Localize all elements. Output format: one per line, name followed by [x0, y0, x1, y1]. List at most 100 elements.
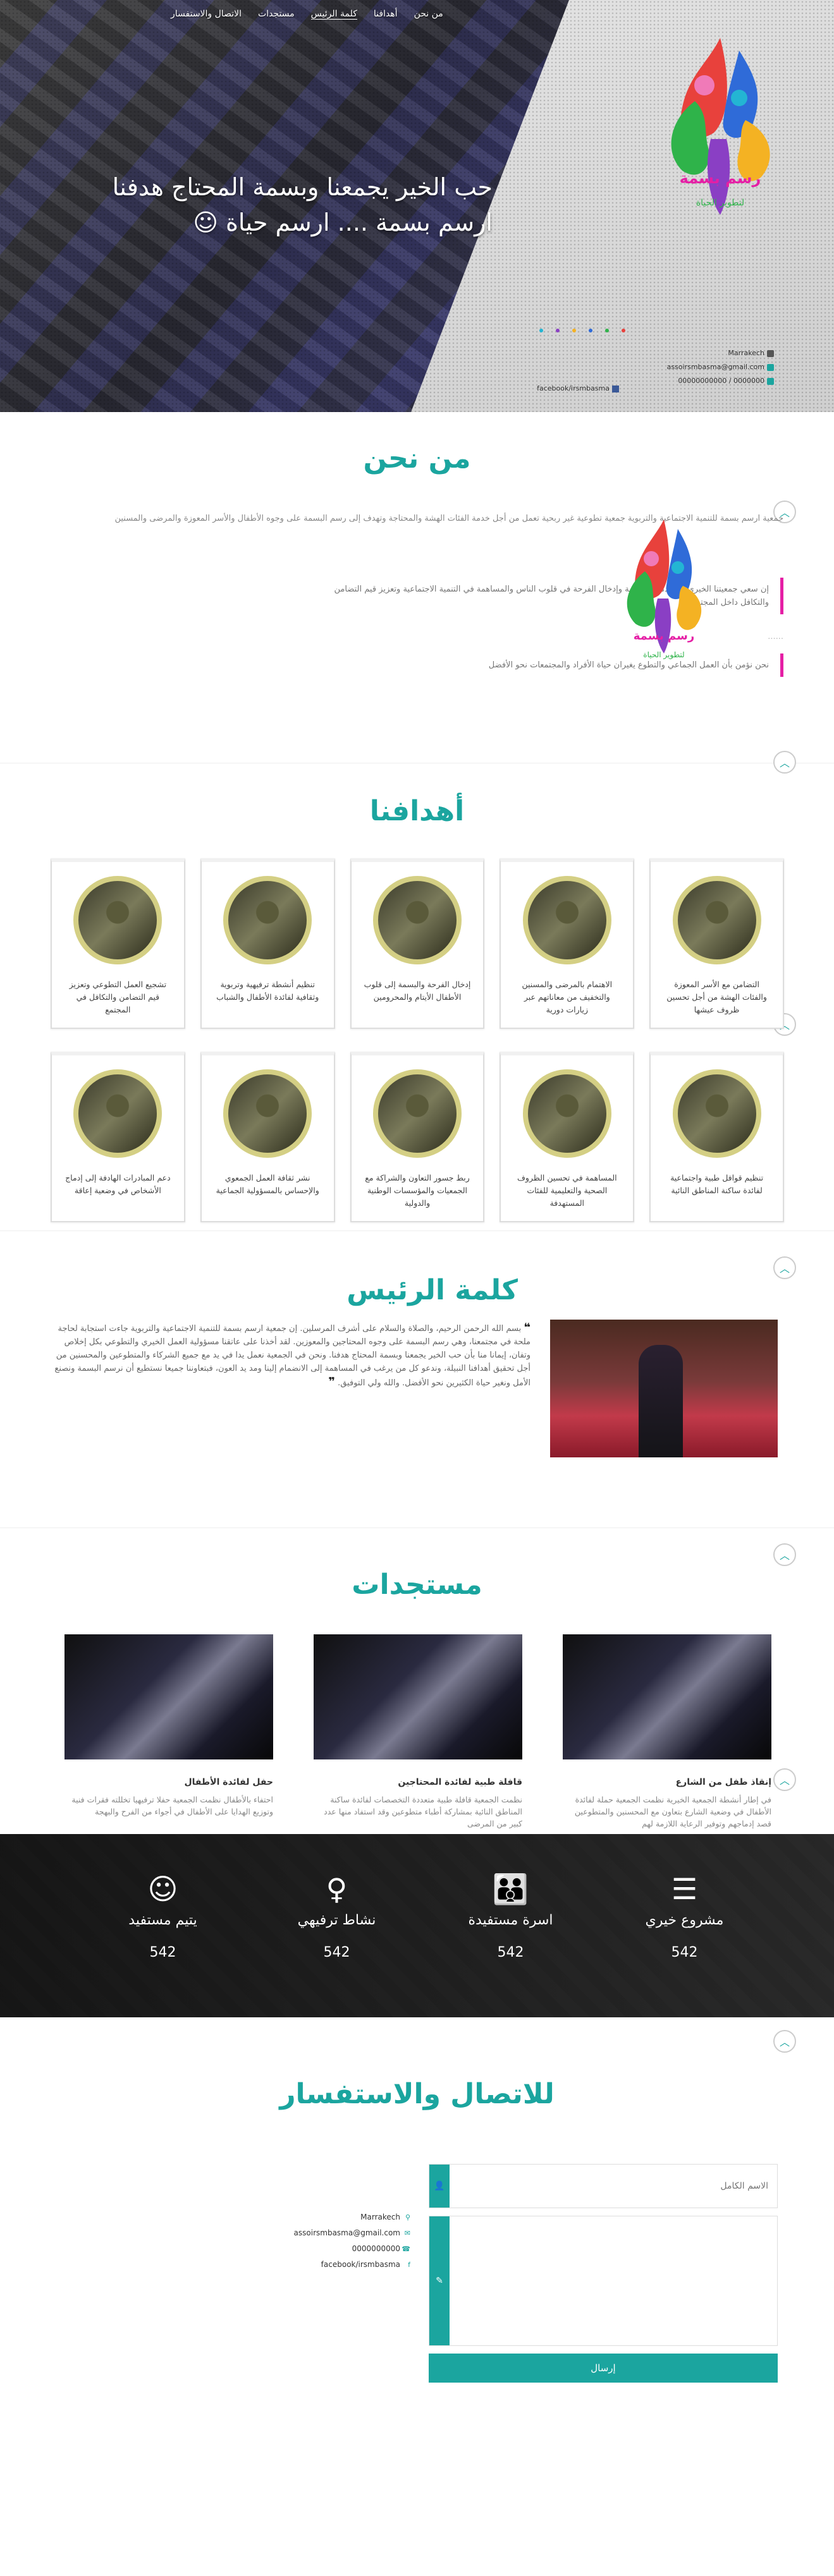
message-field: ✎ — [429, 2216, 778, 2346]
contact-facebook[interactable]: ffacebook/irsmbasma — [221, 2257, 410, 2273]
mail-icon — [767, 363, 774, 371]
president-photo — [550, 1320, 778, 1457]
goal-card: التضامن مع الأسر المعوزة والفئات الهشة م… — [649, 858, 784, 1029]
scroll-up-button[interactable]: ︿ — [773, 751, 796, 774]
stat-value: 542 — [323, 1945, 350, 1960]
goal-card: المساهمة في تحسين الظروف الصحية والتعليم… — [500, 1052, 635, 1222]
contact-section: ︿ للاتصال والاستفسار ⚲Marrakech ✉assoirs… — [0, 2017, 834, 2383]
goal-card: تنظيم قوافل طبية واجتماعية لفائدة ساكنة … — [649, 1052, 784, 1222]
news-section: ︿ ︿ مستجدات إنقاذ طفل من الشارع في إطار … — [0, 1528, 834, 1834]
news-card-body: نظمت الجمعية قافلة طبية متعددة التخصصات … — [324, 1795, 522, 1828]
chevron-up-icon: ︿ — [780, 2036, 790, 2048]
news-card[interactable]: حفل لفائدة الأطفال احتفاء بالأطفال نظمت … — [63, 1634, 273, 1830]
goals-section: ︿ ︿ أهدافنا التضامن مع الأسر المعوزة وال… — [0, 751, 834, 1230]
scroll-up-button[interactable]: ︿ — [773, 1256, 796, 1279]
goal-text: نشر ثقافة العمل الجمعوي والإحساس بالمسؤو… — [216, 1173, 319, 1195]
stat-label: نشاط ترفيهي — [297, 1912, 376, 1928]
nav-item-contact[interactable]: الاتصال والاستفسار — [171, 9, 242, 20]
goal-image — [522, 1069, 611, 1158]
goal-card: ربط جسور التعاون والشراكة مع الجمعيات وا… — [350, 1052, 485, 1222]
stat-label: اسرة مستفيدة — [468, 1912, 553, 1928]
news-card-body: في إطار أنشطة الجمعية الخيرية نظمت الجمع… — [574, 1795, 771, 1828]
chevron-up-icon: ︿ — [780, 1263, 790, 1275]
pencil-icon: ✎ — [429, 2216, 450, 2345]
location-icon — [767, 349, 774, 357]
user-icon: 👤 — [429, 2165, 450, 2208]
news-card-title[interactable]: إنقاذ طفل من الشارع — [561, 1777, 771, 1787]
phone-icon — [767, 377, 774, 385]
news-title: مستجدات — [352, 1569, 482, 1601]
message-input[interactable] — [450, 2216, 777, 2345]
contact-form: 👤 ✎ إرسال — [429, 2164, 778, 2383]
hero-contact-block: Marrakech assoirsmbasma@gmail.com 000000… — [622, 346, 774, 388]
about-logo: رسم بسمة لتطوير الحياة — [627, 519, 702, 660]
hero-phone[interactable]: 0000000 / 00000000000 — [622, 374, 774, 388]
nav-item-news[interactable]: مستجدات — [258, 9, 295, 20]
scroll-up-button[interactable]: ︿ — [773, 1543, 796, 1566]
news-card[interactable]: إنقاذ طفل من الشارع في إطار أنشطة الجمعي… — [561, 1634, 771, 1830]
about-logo-text-top: رسم بسمة — [634, 629, 695, 643]
goal-text: ربط جسور التعاون والشراكة مع الجمعيات وا… — [365, 1173, 470, 1208]
goal-image — [672, 876, 761, 964]
news-image — [64, 1634, 273, 1759]
goal-text: الاهتمام بالمرضى والمسنين والتخفيف من مع… — [522, 980, 613, 1014]
news-card-title[interactable]: قافلة طبية لفائدة المحتاجين — [312, 1777, 522, 1787]
child-icon: ☺ — [147, 1872, 178, 1906]
scroll-up-button[interactable]: ︿ — [773, 1768, 796, 1791]
facebook-icon: f — [408, 2261, 410, 2269]
stat-value: 542 — [671, 1945, 698, 1960]
news-card[interactable]: قافلة طبية لفائدة المحتاجين نظمت الجمعية… — [312, 1634, 522, 1830]
name-field: 👤 — [429, 2164, 778, 2208]
name-input[interactable] — [450, 2165, 777, 2208]
stats-section: ☰ مشروع خيري 542 👪 اسرة مستفيدة 542 ♀ نش… — [0, 1834, 834, 2017]
nav-item-about[interactable]: من نحن — [414, 9, 443, 20]
president-message-text: بسم الله الرحمن الرحيم، والصلاة والسلام … — [54, 1324, 530, 1388]
send-button[interactable]: إرسال — [429, 2354, 778, 2383]
nav-item-president[interactable]: كلمة الرئيس — [310, 9, 357, 20]
goal-image — [223, 1069, 312, 1158]
open-quote-icon: ❝ — [524, 1321, 530, 1334]
contact-email[interactable]: ✉assoirsmbasma@gmail.com — [221, 2225, 410, 2241]
logo-text-bottom: لتطوير الحياة — [696, 198, 744, 208]
goal-image — [522, 876, 611, 964]
stat-item: 👪 اسرة مستفيدة 542 — [424, 1872, 598, 1960]
president-title: كلمة الرئيس — [346, 1274, 518, 1306]
facebook-icon — [612, 385, 619, 392]
goal-card: إدخال الفرحة والبسمة إلى قلوب الأطفال ال… — [350, 858, 485, 1029]
stat-item: ☺ يتيم مستفيد 542 — [76, 1872, 250, 1960]
scroll-up-button[interactable]: ︿ — [773, 2030, 796, 2053]
chevron-up-icon: ︿ — [780, 757, 790, 769]
goal-card: تنظيم أنشطة ترفيهية وتربوية وثقافية لفائ… — [200, 858, 335, 1029]
goal-image — [373, 1069, 462, 1158]
stat-value: 542 — [497, 1945, 524, 1960]
close-quote-icon: ❞ — [328, 1375, 335, 1388]
mail-icon: ✉ — [404, 2229, 410, 2237]
news-card-body: احتفاء بالأطفال نظمت الجمعية حفلا ترفيهي… — [71, 1795, 273, 1816]
goal-image — [73, 876, 163, 964]
contact-phone[interactable]: ☎0000000000 — [221, 2241, 410, 2257]
hero-email[interactable]: assoirsmbasma@gmail.com — [622, 360, 774, 374]
nav-item-goals[interactable]: أهدافنا — [374, 9, 398, 20]
phone-icon: ☎ — [402, 2245, 410, 2253]
association-logo: رسم بسمة لتطوير الحياة — [671, 38, 770, 215]
chevron-up-icon: ︿ — [780, 1550, 790, 1562]
goal-card: تشجيع العمل التطوعي وتعزيز قيم التضامن و… — [51, 858, 185, 1029]
stat-value: 542 — [149, 1945, 176, 1960]
goal-image — [672, 1069, 761, 1158]
goal-text: دعم المبادرات الهادفة إلى إدماج الأشخاص … — [65, 1173, 171, 1195]
location-icon: ⚲ — [405, 2213, 410, 2221]
chevron-up-icon: ︿ — [780, 1775, 790, 1787]
hero-slogan-line2: ارسم بسمة .... ارسم حياة ☺ — [193, 209, 493, 236]
family-icon: 👪 — [492, 1872, 529, 1906]
news-image — [563, 1634, 771, 1759]
hero-slogan-line1: حب الخير يجمعنا وبسمة المحتاج هدفنا — [112, 173, 493, 201]
hero-facebook[interactable]: facebook/irsmbasma — [537, 384, 619, 392]
news-card-title[interactable]: حفل لفائدة الأطفال — [63, 1777, 274, 1787]
goal-text: التضامن مع الأسر المعوزة والفئات الهشة م… — [666, 980, 767, 1014]
contact-info: ⚲Marrakech ✉assoirsmbasma@gmail.com ☎000… — [221, 2209, 410, 2273]
contact-title: للاتصال والاستفسار — [279, 2078, 555, 2110]
hero-slogan: حب الخير يجمعنا وبسمة المحتاج هدفنا ارسم… — [50, 169, 493, 240]
about-title: من نحن — [363, 442, 471, 475]
hero-color-dots — [539, 329, 625, 332]
stat-label: مشروع خيري — [645, 1912, 724, 1928]
